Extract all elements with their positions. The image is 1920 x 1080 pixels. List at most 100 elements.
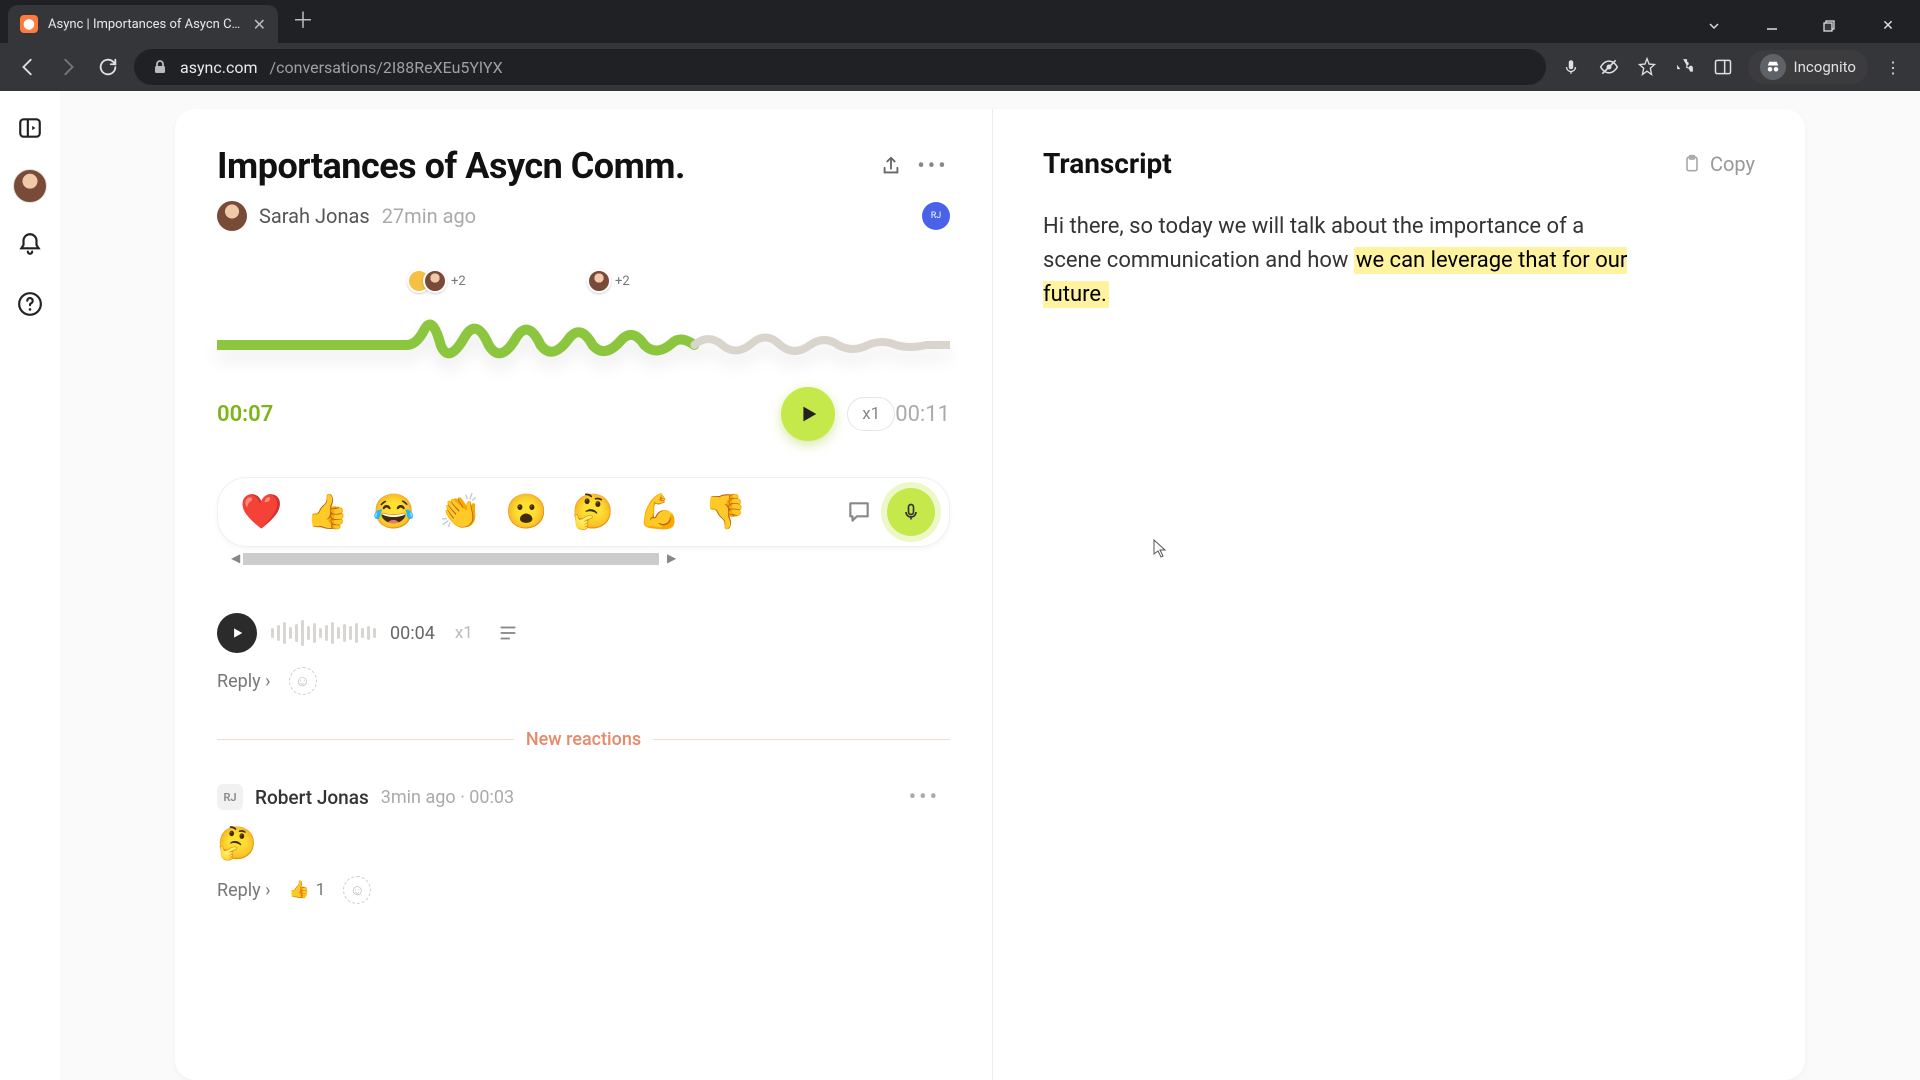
- conversation-title: Importances of Asycn Comm.: [217, 145, 866, 187]
- reaction-thumbs-down[interactable]: 👎: [704, 495, 746, 529]
- reply-actions: Reply › ☺: [217, 667, 950, 695]
- reply-play-button[interactable]: [217, 613, 257, 653]
- tab-list-button[interactable]: [1688, 9, 1740, 43]
- clipboard-icon: [1682, 154, 1702, 174]
- voice-search-icon[interactable]: [1558, 54, 1584, 80]
- scroll-right-icon[interactable]: ▶: [667, 551, 676, 565]
- tracking-icon[interactable]: [1596, 54, 1622, 80]
- tab-favicon: ⬤: [20, 15, 38, 33]
- extensions-icon[interactable]: [1672, 54, 1698, 80]
- author-avatar[interactable]: [217, 201, 247, 231]
- comment-item: RJ Robert Jonas 3min ago · 00:03 ••• 🤔 R…: [217, 784, 950, 1044]
- reply-button[interactable]: Reply ›: [217, 671, 271, 692]
- forward-button[interactable]: [54, 53, 82, 81]
- reaction-thumbs-up-icon: 👍: [289, 880, 310, 900]
- incognito-icon: [1760, 54, 1786, 80]
- voice-reply-button[interactable]: [887, 488, 935, 536]
- copy-label: Copy: [1710, 152, 1755, 176]
- add-reaction-button[interactable]: ☺: [289, 667, 317, 695]
- add-reaction-button[interactable]: ☺: [343, 876, 371, 904]
- time-ago: 27min ago: [382, 204, 476, 228]
- marker-count: +2: [615, 274, 630, 289]
- address-bar: async.com/conversations/2I88ReXEu5YlYX I…: [0, 43, 1920, 91]
- waveform-markers: +2 +2: [217, 269, 950, 309]
- comment-author-badge[interactable]: RJ: [217, 784, 243, 810]
- current-time: 00:07: [217, 402, 273, 427]
- close-window-button[interactable]: ✕: [1862, 9, 1914, 43]
- playback-controls: 00:07 x1 00:11: [217, 387, 950, 441]
- url-path: /conversations/2I88ReXEu5YlYX: [270, 58, 503, 77]
- reaction-wow[interactable]: 😮: [505, 495, 547, 529]
- reaction-thumbs-up[interactable]: 👍: [306, 495, 348, 529]
- comment-reaction-count[interactable]: 👍 1: [289, 880, 326, 900]
- reaction-marker[interactable]: +2: [597, 269, 630, 293]
- comment-emoji: 🤔: [217, 824, 950, 862]
- back-button[interactable]: [14, 53, 42, 81]
- reply-duration: 00:04: [390, 623, 435, 644]
- reply-waveform[interactable]: [271, 619, 376, 647]
- reaction-heart[interactable]: ❤️: [240, 495, 282, 529]
- new-reactions-label: New reactions: [526, 729, 641, 750]
- conversation-pane: Importances of Asycn Comm. ••• Sarah Jon…: [175, 109, 993, 1080]
- reaction-count: 1: [316, 880, 326, 900]
- more-icon[interactable]: •••: [916, 149, 950, 183]
- scrollbar-thumb[interactable]: [243, 553, 659, 565]
- transcript-pane: Transcript Copy Hi there, so today we wi…: [993, 109, 1805, 1080]
- waveform-area: +2 +2 00:07: [175, 269, 992, 441]
- replies-list[interactable]: 00:04 x1 Reply › ☺ New reactions: [175, 583, 992, 1080]
- tab-close-icon[interactable]: ✕: [253, 15, 266, 34]
- comment-author-name: Robert Jonas: [255, 786, 369, 809]
- text-comment-button[interactable]: [837, 490, 881, 534]
- reactions-bar: ❤️ 👍 😂 👏 😮 🤔 💪 👎: [217, 477, 950, 547]
- reply-transcript-icon[interactable]: [497, 622, 519, 644]
- playback-speed[interactable]: x1: [847, 397, 895, 431]
- reaction-thinking[interactable]: 🤔: [572, 495, 614, 529]
- notifications-icon[interactable]: [11, 225, 49, 263]
- reaction-clap[interactable]: 👏: [439, 495, 481, 529]
- reactions-scrollbar[interactable]: ◀ ▶: [217, 553, 950, 565]
- reaction-laugh[interactable]: 😂: [373, 495, 415, 529]
- app-sidebar: [0, 91, 60, 1080]
- help-icon[interactable]: [11, 285, 49, 323]
- reaction-marker[interactable]: +2: [407, 269, 466, 293]
- play-button[interactable]: [781, 387, 835, 441]
- marker-avatar-icon: [423, 269, 447, 293]
- side-panel-icon[interactable]: [1710, 54, 1736, 80]
- new-tab-button[interactable]: ＋: [292, 3, 314, 35]
- reaction-flex[interactable]: 💪: [638, 495, 680, 529]
- incognito-badge[interactable]: Incognito: [1748, 50, 1868, 84]
- content-area: Importances of Asycn Comm. ••• Sarah Jon…: [60, 91, 1920, 1080]
- author-name: Sarah Jonas: [259, 204, 370, 228]
- sidebar-avatar[interactable]: [13, 169, 47, 203]
- bookmark-icon[interactable]: [1634, 54, 1660, 80]
- maximize-button[interactable]: [1804, 9, 1856, 43]
- comment-reply-button[interactable]: Reply ›: [217, 880, 271, 901]
- comment-header: RJ Robert Jonas 3min ago · 00:03 •••: [217, 784, 950, 810]
- comment-meta: 3min ago · 00:03: [381, 787, 514, 808]
- scroll-left-icon[interactable]: ◀: [231, 551, 240, 565]
- reply-speed[interactable]: x1: [455, 623, 473, 643]
- comment-more-icon[interactable]: •••: [909, 785, 940, 810]
- lock-icon: [152, 59, 168, 75]
- reactions-scroll[interactable]: ❤️ 👍 😂 👏 😮 🤔 💪 👎: [232, 491, 831, 533]
- browser-menu-icon[interactable]: ⋮: [1880, 54, 1906, 80]
- reply-audio: 00:04 x1: [217, 613, 950, 653]
- marker-count: +2: [451, 274, 466, 289]
- transcript-body[interactable]: Hi there, so today we will talk about th…: [1043, 210, 1643, 312]
- tab-title: Async | Importances of Asycn Co…: [48, 17, 243, 32]
- reload-button[interactable]: [94, 53, 122, 81]
- participant-badge[interactable]: RJ: [922, 202, 950, 230]
- minimize-button[interactable]: [1746, 9, 1798, 43]
- total-time: 00:11: [895, 402, 950, 427]
- new-reactions-divider: New reactions: [217, 729, 950, 750]
- comment-actions: Reply › 👍 1 ☺: [217, 876, 950, 904]
- main-card: Importances of Asycn Comm. ••• Sarah Jon…: [175, 109, 1805, 1080]
- url-input[interactable]: async.com/conversations/2I88ReXEu5YlYX: [134, 49, 1546, 85]
- collapse-sidebar-icon[interactable]: [11, 109, 49, 147]
- browser-tab-strip: ⬤ Async | Importances of Asycn Co… ✕ ＋ ✕: [0, 0, 1920, 43]
- cursor-icon: [1153, 539, 1167, 559]
- copy-button[interactable]: Copy: [1682, 152, 1755, 176]
- share-icon[interactable]: [874, 149, 908, 183]
- browser-tab[interactable]: ⬤ Async | Importances of Asycn Co… ✕: [8, 5, 278, 43]
- waveform[interactable]: [217, 309, 950, 369]
